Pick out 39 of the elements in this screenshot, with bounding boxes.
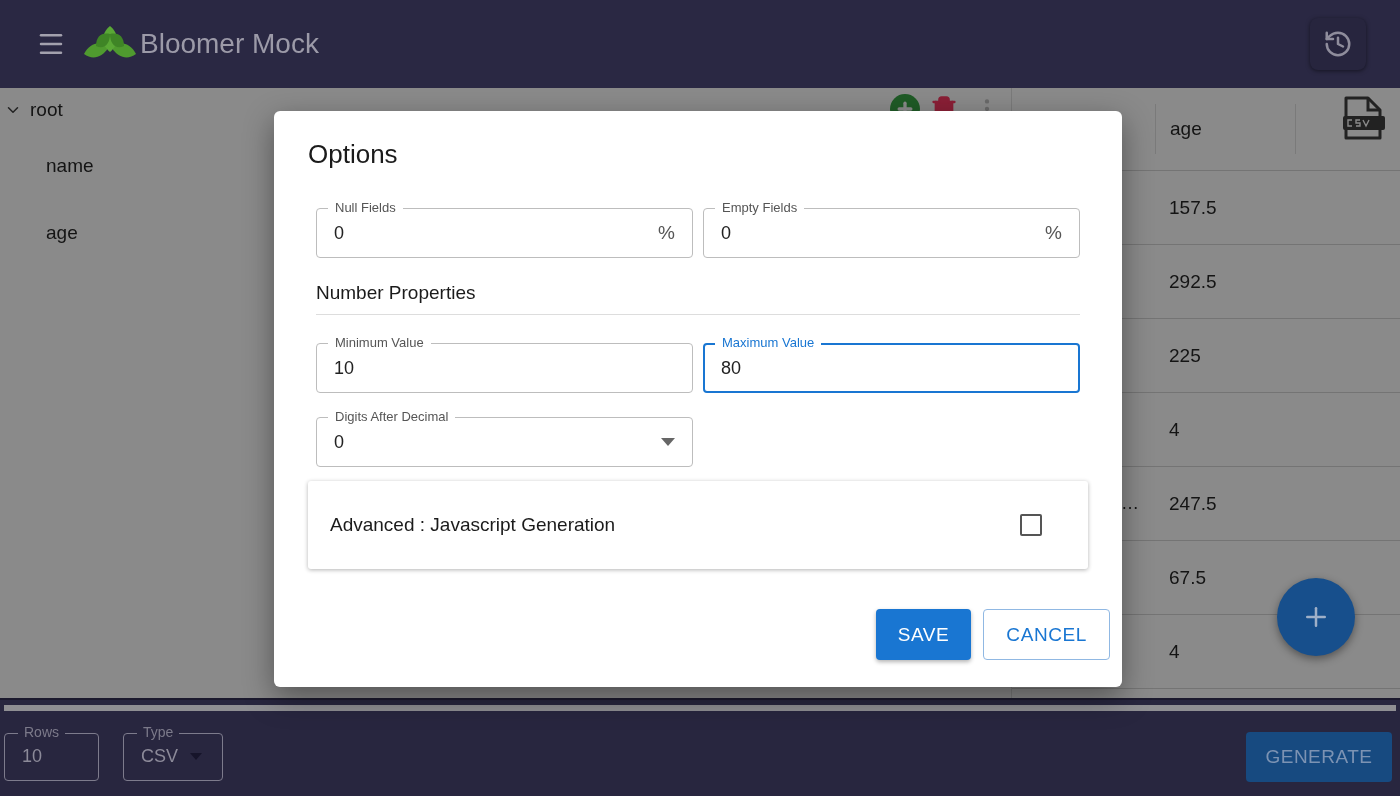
- save-button[interactable]: SAVE: [875, 609, 972, 660]
- history-icon: [1323, 29, 1353, 59]
- digits-select[interactable]: Digits After Decimal 0: [316, 407, 693, 467]
- column-header[interactable]: age: [1155, 104, 1296, 154]
- field-label: Maximum Value: [715, 335, 822, 350]
- caret-icon: [661, 438, 675, 446]
- table-cell: 4: [1169, 418, 1180, 440]
- field-label: Minimum Value: [328, 335, 431, 350]
- field-label: Null Fields: [328, 200, 403, 215]
- cancel-button[interactable]: CANCEL: [983, 609, 1110, 660]
- field-label: Digits After Decimal: [328, 409, 456, 424]
- dialog-title: Options: [308, 139, 399, 170]
- scrollbar[interactable]: [4, 705, 1396, 711]
- tree-item[interactable]: root: [30, 99, 63, 121]
- text-field[interactable]: Null Fields 0 %: [316, 198, 693, 258]
- text-field[interactable]: Maximum Value 80: [703, 333, 1080, 393]
- field-label: Empty Fields: [715, 200, 805, 215]
- table-cell: 247.5: [1169, 492, 1217, 514]
- table-cell: 4: [1169, 640, 1180, 662]
- text-field[interactable]: Empty Fields 0 %: [703, 198, 1080, 258]
- table-cell: 157.5: [1169, 196, 1217, 218]
- percent-suffix: %: [658, 222, 675, 244]
- csv-file-icon[interactable]: [1340, 96, 1386, 142]
- tree-item[interactable]: age: [46, 221, 78, 244]
- text-field[interactable]: Minimum Value 10: [316, 333, 693, 393]
- history-button[interactable]: [1310, 18, 1366, 70]
- type-select[interactable]: Type CSV: [123, 722, 223, 781]
- generate-button[interactable]: GENERATE: [1246, 731, 1392, 782]
- section-heading: Number Properties: [316, 282, 1080, 315]
- checkbox[interactable]: [1020, 514, 1042, 536]
- table-cell: 225: [1169, 344, 1201, 366]
- advanced-label: Advanced : Javascript Generation: [330, 514, 617, 536]
- table-cell: 292.5: [1169, 270, 1217, 292]
- rows-field[interactable]: Rows 10: [4, 722, 99, 781]
- app-title: Bloomer Mock: [140, 28, 319, 60]
- table-cell: 67.5: [1169, 566, 1206, 588]
- tree-item[interactable]: name: [46, 154, 94, 177]
- table-cell: …: [1121, 493, 1139, 514]
- percent-suffix: %: [1045, 222, 1062, 244]
